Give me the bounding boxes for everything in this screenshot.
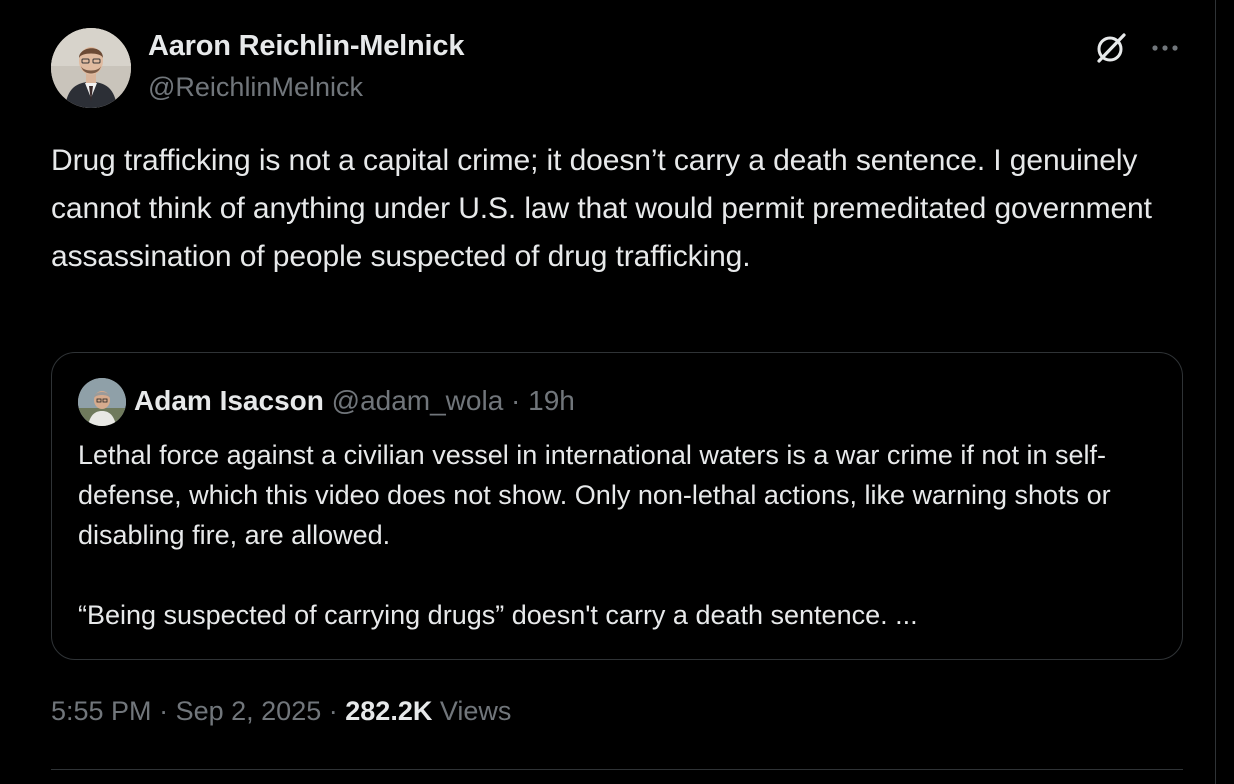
more-options-icon[interactable] — [1148, 34, 1182, 62]
meta-separator: · — [328, 696, 338, 726]
meta-separator: · — [159, 696, 169, 726]
grok-icon[interactable] — [1093, 30, 1129, 66]
quoted-tweet-card[interactable]: Adam Isacson @adam_wola · 19h Lethal for… — [51, 352, 1183, 660]
quoted-tweet-time[interactable]: 19h — [528, 385, 575, 416]
views-count[interactable]: 282.2K — [345, 696, 432, 726]
author-avatar[interactable] — [51, 28, 131, 108]
tweet-detail: Aaron Reichlin-Melnick @ReichlinMelnick … — [0, 0, 1216, 784]
tweet-text: Drug trafficking is not a capital crime;… — [51, 144, 1152, 273]
quoted-tweet-header: Adam Isacson @adam_wola · 19h — [134, 385, 575, 417]
divider — [51, 769, 1183, 770]
quoted-tweet-paragraph: “Being suspected of carrying drugs” does… — [78, 600, 918, 630]
tweet-date[interactable]: Sep 2, 2025 — [176, 696, 322, 726]
tweet-meta-row: 5:55 PM · Sep 2, 2025 · 282.2K Views — [51, 696, 511, 727]
quoted-tweet-text: Lethal force against a civilian vessel i… — [78, 435, 1168, 635]
quoted-meta-separator: · — [511, 385, 521, 416]
views-label[interactable]: Views — [440, 696, 512, 726]
quoted-author-avatar-image — [78, 378, 126, 426]
quoted-author-avatar[interactable] — [78, 378, 126, 426]
quoted-author-display-name[interactable]: Adam Isacson — [134, 385, 324, 416]
quoted-tweet-paragraph: Lethal force against a civilian vessel i… — [78, 440, 1111, 550]
author-avatar-image — [51, 28, 131, 108]
author-handle[interactable]: @ReichlinMelnick — [148, 72, 363, 103]
tweet-time[interactable]: 5:55 PM — [51, 696, 152, 726]
author-display-name[interactable]: Aaron Reichlin-Melnick — [148, 30, 464, 63]
quoted-author-handle[interactable]: @adam_wola — [332, 385, 504, 416]
